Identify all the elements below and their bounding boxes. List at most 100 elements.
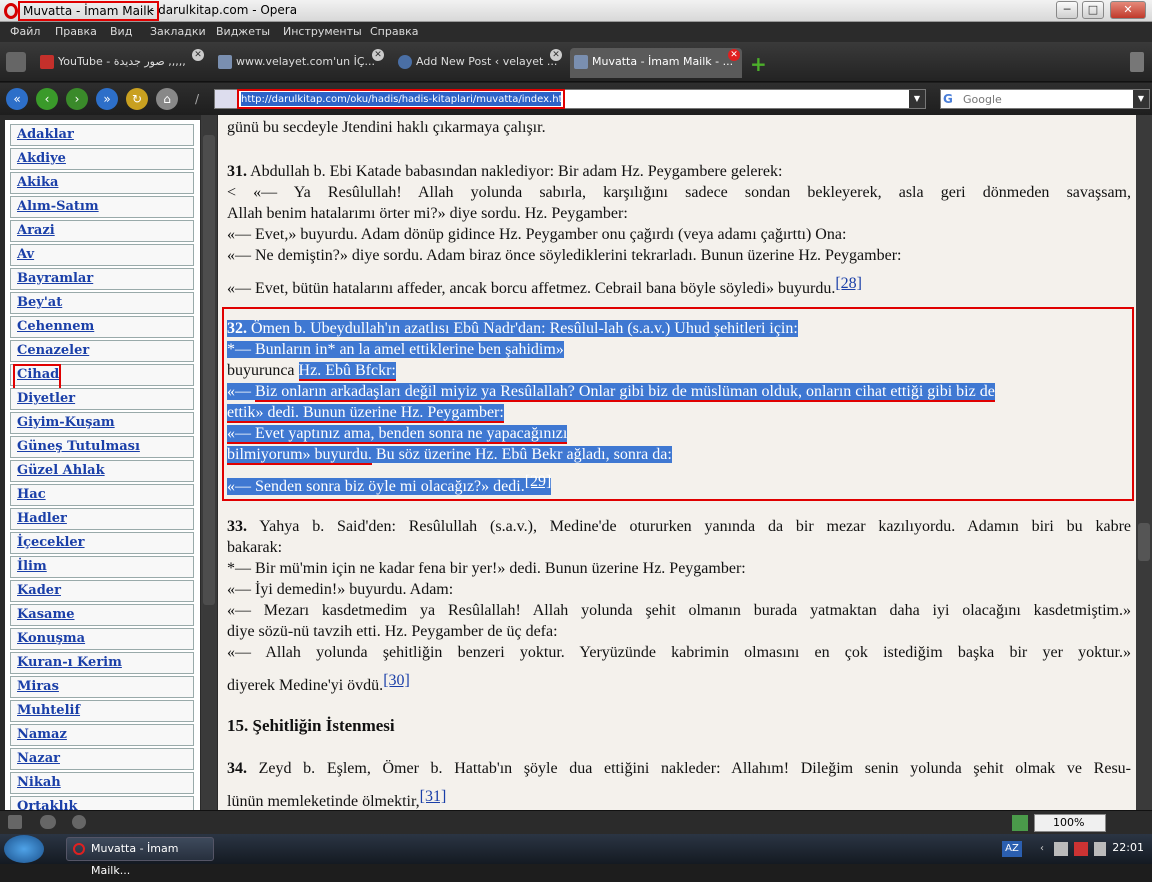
fast-forward-icon[interactable]: » [96, 88, 118, 110]
panels-icon[interactable] [6, 52, 26, 72]
address-bar[interactable]: ▼ [214, 89, 926, 109]
network-icon[interactable] [1054, 842, 1068, 856]
search-dropdown-icon[interactable]: ▼ [1133, 90, 1149, 108]
tools-icon[interactable] [8, 815, 22, 829]
tab-label: Muvatta - İmam Mailk - ... [592, 55, 734, 68]
turbo-icon[interactable] [72, 815, 86, 829]
search-box[interactable]: G ▼ [940, 89, 1150, 109]
alert-icon[interactable] [1074, 842, 1088, 856]
sidebar-item-namaz[interactable]: Namaz [10, 724, 194, 746]
paragraph-number: 32. [227, 320, 247, 337]
search-input[interactable] [963, 92, 1133, 106]
sidebar-item-akika[interactable]: Akika [10, 172, 194, 194]
sidebar-item-beyat[interactable]: Bey'at [10, 292, 194, 314]
window-title-page: Muvatta - İmam Mailk [18, 1, 159, 21]
article-scroll-thumb[interactable] [1138, 523, 1150, 561]
close-tab-icon[interactable]: ✕ [192, 49, 204, 61]
opera-logo-icon [4, 3, 18, 19]
sidebar-item-nazar[interactable]: Nazar [10, 748, 194, 770]
footnote-31[interactable]: [31] [420, 788, 447, 805]
footnote-29[interactable]: [29] [525, 473, 552, 490]
close-tab-icon[interactable]: ✕ [550, 49, 562, 61]
sidebar-scroll-thumb[interactable] [203, 135, 215, 605]
article-scrollbar[interactable] [1136, 115, 1152, 810]
sidebar-item-bayramlar[interactable]: Bayramlar [10, 268, 194, 290]
sidebar-item-nikah[interactable]: Nikah [10, 772, 194, 794]
sidebar-item-konusma[interactable]: Konuşma [10, 628, 194, 650]
page-icon [218, 55, 232, 69]
home-icon[interactable]: ⌂ [156, 88, 178, 110]
fit-width-icon[interactable] [1012, 815, 1028, 831]
sidebar-item-muhtelif[interactable]: Muhtelif [10, 700, 194, 722]
sidebar-item-alim-satim[interactable]: Alım-Satım [10, 196, 194, 218]
sidebar-item-akdiye[interactable]: Akdiye [10, 148, 194, 170]
text-line: «— Evet, bütün hatalarını affeder, ancak… [227, 275, 862, 297]
sidebar: Adaklar Akdiye Akika Alım-Satım Arazi Av… [5, 120, 200, 810]
forward-icon[interactable]: › [66, 88, 88, 110]
sidebar-item-gunes-tutulmasi[interactable]: Güneş Tutulması [10, 436, 194, 458]
tab-velayet[interactable]: www.velayet.com'un İÇ... ✕ [214, 48, 386, 78]
paragraph-number: 33. [227, 518, 247, 535]
opera-icon [73, 843, 85, 855]
zoom-control[interactable]: 100% [1034, 814, 1106, 832]
sidebar-item-ortaklik[interactable]: Ortaklık [10, 796, 194, 810]
sidebar-item-kasame[interactable]: Kasame [10, 604, 194, 626]
tab-youtube[interactable]: YouTube - صور جديدة ,,,,, ✕ [36, 48, 206, 78]
start-button[interactable] [4, 835, 44, 863]
tray-expand-icon[interactable]: ‹ [1040, 843, 1044, 854]
trash-icon[interactable] [1130, 52, 1144, 72]
sidebar-item-icecekler[interactable]: İçecekler [10, 532, 194, 554]
close-window-button[interactable]: ✕ [1110, 1, 1146, 19]
taskbar-item-opera[interactable]: Muvatta - İmam Mailk... [66, 837, 214, 877]
sidebar-item-cenazeler[interactable]: Cenazeler [10, 340, 194, 362]
sidebar-item-hadler[interactable]: Hadler [10, 508, 194, 530]
minimize-button[interactable]: ─ [1056, 1, 1078, 19]
sidebar-item-guzel-ahlak[interactable]: Güzel Ahlak [10, 460, 194, 482]
footnote-30[interactable]: [30] [383, 672, 410, 689]
menu-view[interactable]: Вид [110, 25, 132, 38]
sidebar-item-adaklar[interactable]: Adaklar [10, 124, 194, 146]
volume-icon[interactable] [1094, 842, 1106, 856]
new-tab-icon[interactable]: + [750, 52, 767, 76]
navigation-bar: « ‹ › » ↻ ⌂ / ▼ G ▼ [0, 83, 1152, 115]
back-icon[interactable]: ‹ [36, 88, 58, 110]
tab-add-new-post[interactable]: Add New Post ‹ velayet ... ✕ [394, 48, 564, 78]
sidebar-scrollbar[interactable] [201, 115, 217, 810]
paragraph-34: 34. Zeyd b. Eşlem, Ömer b. Hattab'ın şöy… [227, 760, 1131, 777]
sidebar-item-ilim[interactable]: İlim [10, 556, 194, 578]
sidebar-item-hac[interactable]: Hac [10, 484, 194, 506]
menu-help[interactable]: Справка [370, 25, 418, 38]
sidebar-item-diyetler[interactable]: Diyetler [10, 388, 194, 410]
cihad-highlight-box [13, 364, 61, 390]
sidebar-item-kader[interactable]: Kader [10, 580, 194, 602]
menu-bookmarks[interactable]: Закладки [150, 25, 206, 38]
rewind-icon[interactable]: « [6, 88, 28, 110]
sidebar-item-av[interactable]: Av [10, 244, 194, 266]
page-icon [574, 55, 588, 69]
menu-edit[interactable]: Правка [55, 25, 97, 38]
google-icon: G [943, 92, 953, 106]
taskbar: Muvatta - İmam Mailk... AZ ‹ 22:01 [0, 834, 1152, 877]
maximize-button[interactable]: □ [1082, 1, 1104, 19]
menu-widgets[interactable]: Виджеты [216, 25, 270, 38]
cloud-icon[interactable] [40, 815, 56, 829]
page-info-icon[interactable] [215, 90, 237, 108]
sidebar-item-miras[interactable]: Miras [10, 676, 194, 698]
sidebar-item-kuran-i-kerim[interactable]: Kuran-ı Kerim [10, 652, 194, 674]
sidebar-item-arazi[interactable]: Arazi [10, 220, 194, 242]
sidebar-item-cehennem[interactable]: Cehennem [10, 316, 194, 338]
url-input[interactable] [241, 92, 561, 106]
menu-tools[interactable]: Инструменты [283, 25, 362, 38]
edit-icon[interactable]: / [186, 88, 208, 110]
text-line: «— Biz onların arkadaşları değil miyiz y… [227, 383, 995, 402]
sidebar-item-giyim-kusam[interactable]: Giyim-Kuşam [10, 412, 194, 434]
sidebar-item-cihad[interactable]: Cihad [10, 364, 194, 390]
reload-icon[interactable]: ↻ [126, 88, 148, 110]
url-dropdown-icon[interactable]: ▼ [909, 90, 925, 108]
close-tab-icon[interactable]: ✕ [728, 49, 740, 61]
language-indicator[interactable]: AZ [1002, 841, 1022, 857]
menu-file[interactable]: Файл [10, 25, 40, 38]
tab-muvatta[interactable]: Muvatta - İmam Mailk - ... ✕ [570, 48, 742, 78]
footnote-28[interactable]: [28] [835, 275, 862, 292]
close-tab-icon[interactable]: ✕ [372, 49, 384, 61]
